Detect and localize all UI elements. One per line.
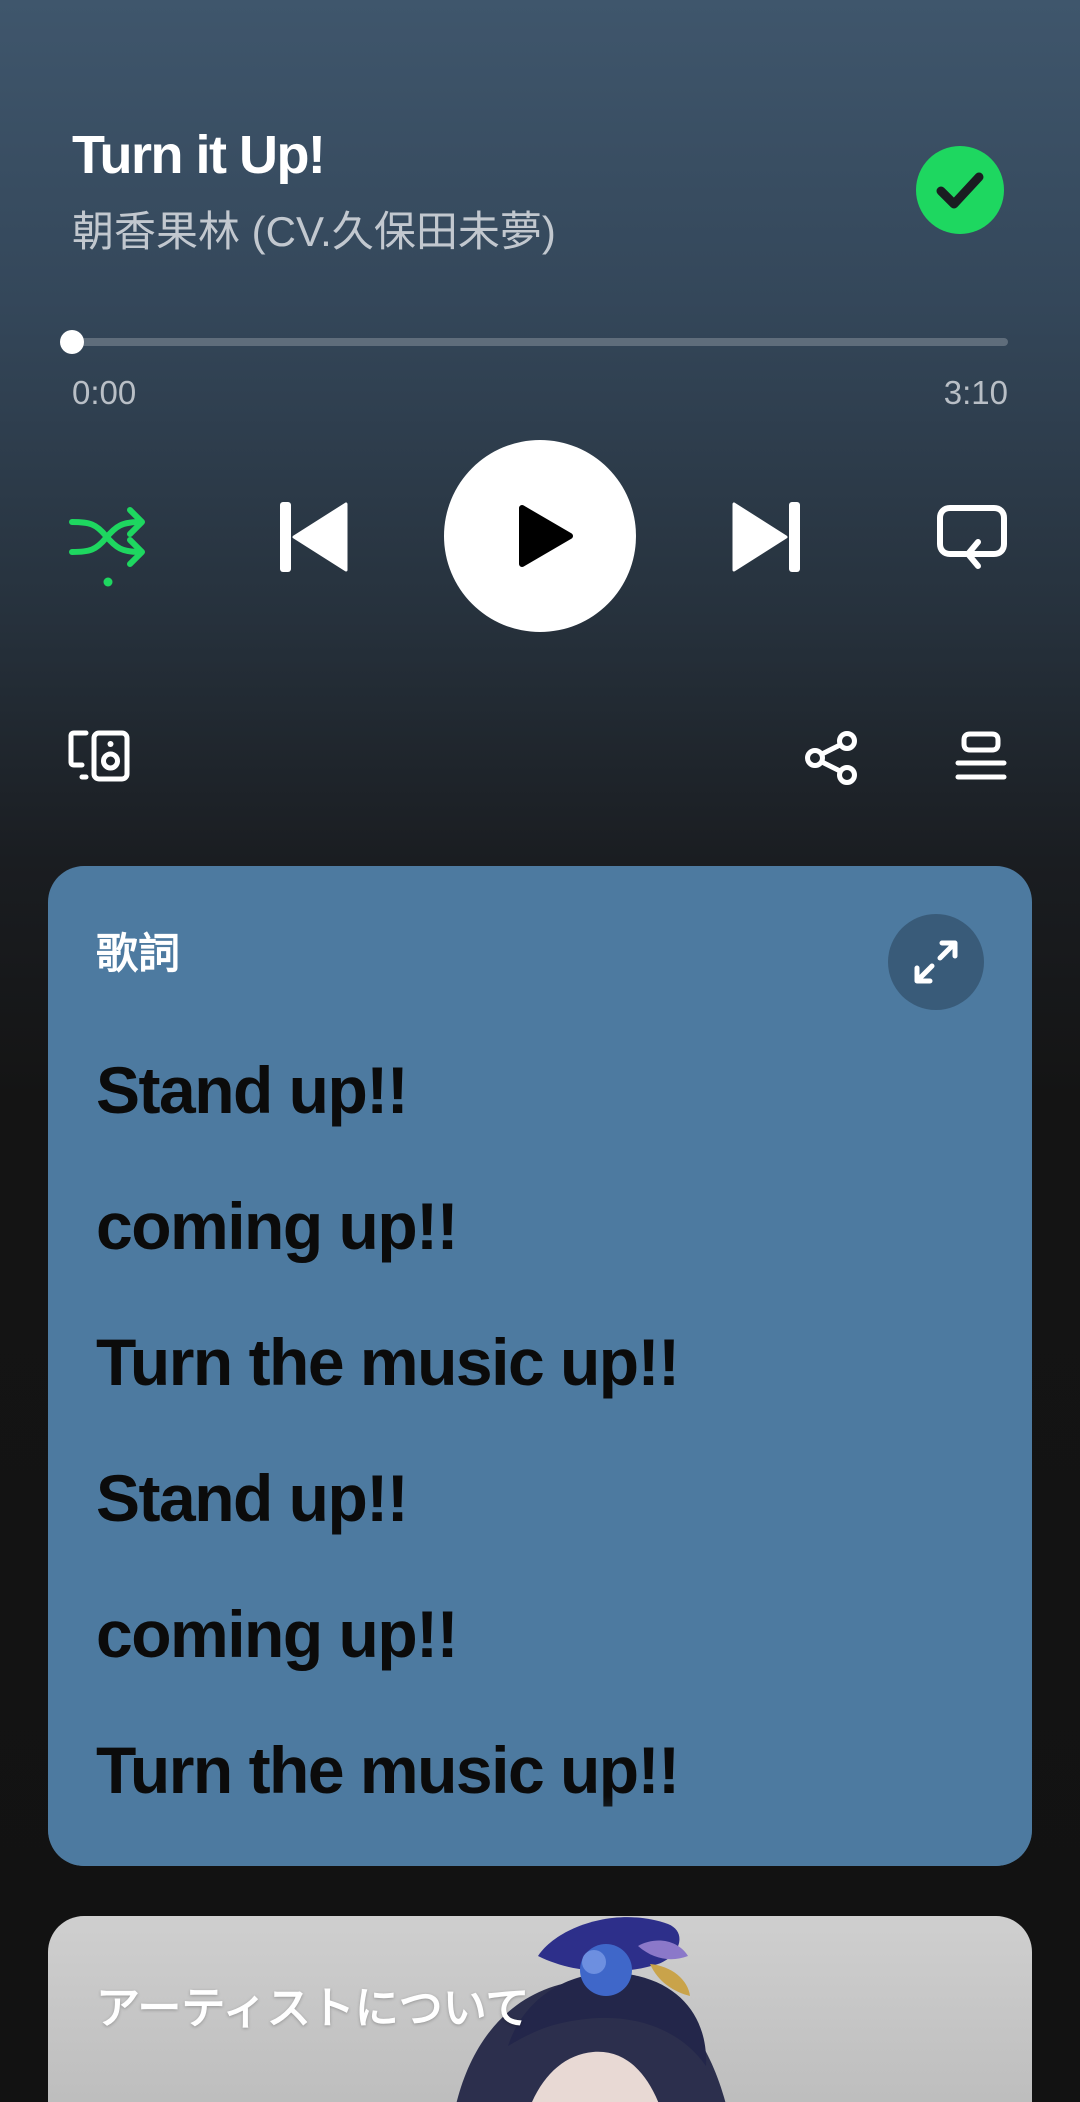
skip-next-icon [732,502,800,572]
check-circle-icon[interactable] [916,146,1004,234]
progress-knob[interactable] [60,330,84,354]
elapsed-time: 0:00 [72,374,137,411]
progress-bar[interactable] [60,330,1008,354]
shuffle-button[interactable] [66,496,150,588]
total-time: 3:10 [943,374,1008,411]
lyric-line[interactable]: Stand up!! [96,1056,679,1192]
repeat-icon [937,505,1007,569]
lyric-line[interactable]: Turn the music up!! [96,1328,680,1464]
about-artist-card[interactable]: アーティストについて [48,1916,1032,2102]
lyrics-lines: Stand up!! coming up!! Turn the music up… [96,1056,680,1866]
share-button[interactable] [804,730,860,786]
shuffle-icon [69,507,145,587]
track-artist[interactable]: 朝香果林 (CV.久保田未夢) [72,198,556,259]
about-artist-heading: アーティストについて [96,1984,530,2033]
queue-icon [955,731,1007,780]
lyric-line[interactable]: coming up!! [96,1600,679,1736]
lyrics-fade [48,1796,1032,1866]
connect-device-icon [68,730,130,782]
next-button[interactable] [732,500,802,574]
lyric-line[interactable]: coming up!! [96,1192,679,1328]
lyrics-heading: 歌詞 [96,930,181,977]
queue-button[interactable] [954,730,1008,782]
expand-lyrics-button[interactable] [888,914,984,1010]
skip-previous-icon [280,502,348,572]
expand-icon [914,940,958,984]
share-icon [805,731,857,785]
play-button[interactable] [444,440,636,632]
previous-button[interactable] [278,500,348,574]
play-icon [519,505,573,567]
lyric-line[interactable]: Stand up!! [96,1464,679,1600]
now-playing-screen: Turn it Up! 朝香果林 (CV.久保田未夢) 0:00 3:10 歌詞… [0,0,1080,2102]
lyrics-card[interactable]: 歌詞 Stand up!! coming up!! Turn the music… [48,866,1032,1866]
devices-button[interactable] [68,730,132,782]
repeat-button[interactable] [936,502,1008,574]
track-title: Turn it Up! [72,125,326,185]
